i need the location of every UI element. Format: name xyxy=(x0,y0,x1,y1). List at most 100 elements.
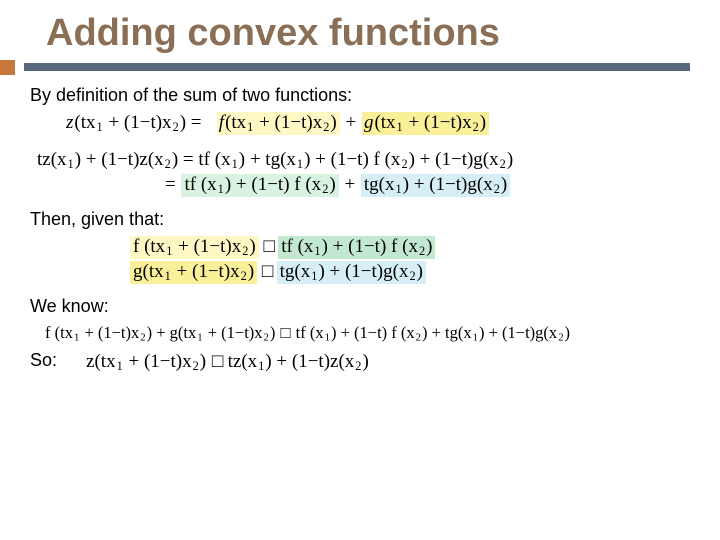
eq3b-ys2: 2 xyxy=(241,269,247,283)
eq4-e: ) xyxy=(269,323,277,342)
eq5-a: z(tx xyxy=(85,351,117,372)
equation-sum-ineq: f (tx1 + (1−t)x2) + g(tx1 + (1−t)x2) □ t… xyxy=(44,323,690,344)
eq1-gclose: ) xyxy=(479,112,487,133)
eq2a-s5: 2 xyxy=(401,157,407,171)
eq4-h: ) + tg(x xyxy=(421,323,473,342)
eq3a-gb: ) + (1−t) f (x xyxy=(321,236,419,257)
eq5-b: + (1−t)x xyxy=(123,351,193,372)
eq3b-lhs: g(tx1 + (1−t)x2) xyxy=(130,261,257,284)
eq2a-m4: ) + (1−t) f (x xyxy=(303,149,401,170)
eq3a-ya: f (tx xyxy=(132,236,166,257)
eq3a-gs1: 1 xyxy=(314,244,320,258)
eq3b-ya: g(tx xyxy=(132,261,165,282)
eq4-j: ) xyxy=(564,323,572,342)
equation-z-convex: z(tx1 + (1−t)x2) □ tz(x1) + (1−t)z(x2) xyxy=(85,351,370,374)
eq5-e: ) + (1−t)z(x xyxy=(264,351,355,372)
eq4-i: ) + (1−t)g(x xyxy=(478,323,558,342)
eq3a-rhs: tf (x1) + (1−t) f (x2) xyxy=(278,236,435,259)
eq4-a: f (tx xyxy=(44,323,74,342)
eq2a-s3: 1 xyxy=(232,157,238,171)
eq2a-m5: ) + (1−t)g(x xyxy=(408,149,500,170)
eq1-plus: + xyxy=(344,112,357,133)
intro-text-3: We know: xyxy=(30,296,690,317)
eq2a-m2: ) = tf (x xyxy=(171,149,232,170)
eq4-s2: 2 xyxy=(140,332,145,344)
eq4-g: ) + (1−t) f (x xyxy=(330,323,416,342)
intro-text-4: So: xyxy=(30,350,57,371)
slide: Adding convex functions By definition of… xyxy=(0,0,720,540)
intro-text-1: By definition of the sum of two function… xyxy=(30,85,690,106)
eq2b-eq: = xyxy=(164,174,177,195)
eq1-open: (tx xyxy=(73,112,96,133)
eq2b-b1s2: 2 xyxy=(494,182,500,196)
eq2a-end: ) xyxy=(506,149,514,170)
slide-title: Adding convex functions xyxy=(46,12,690,55)
equation-f-convex: f (tx1 + (1−t)x2) □ tf (x1) + (1−t) f (x… xyxy=(130,236,690,259)
eq4-s3: 1 xyxy=(197,332,202,344)
equation-z-def: z(tx1 + (1−t)x2) = f(tx1 + (1−t)x2) + g(… xyxy=(66,112,690,135)
eq3b-bc: ) xyxy=(416,261,424,282)
eq4-b: + (1−t)x xyxy=(79,323,140,342)
eq4-f: tf (x xyxy=(295,323,325,342)
intro-text-2: Then, given that: xyxy=(30,209,690,230)
eq1-gmid: + (1−t)x xyxy=(403,112,473,133)
eq1-fmid: + (1−t)x xyxy=(253,112,323,133)
eq2b-b1b: ) + (1−t)g(x xyxy=(402,174,494,195)
eq1-f-term: f(tx1 + (1−t)x2) xyxy=(217,112,340,135)
eq1-close: ) = xyxy=(179,112,203,133)
eq3b-yb: + (1−t)x xyxy=(171,261,241,282)
eq2b-g-group: tg(x1) + (1−t)g(x2) xyxy=(361,174,510,197)
eq2b-b1c: ) xyxy=(500,174,508,195)
equation-grouped: = tf (x1) + (1−t) f (x2) + tg(x1) + (1−t… xyxy=(164,174,690,197)
eq2b-b1a: tg(x xyxy=(363,174,396,195)
accent-bar xyxy=(24,63,690,71)
eq1-s1: 1 xyxy=(97,120,103,134)
conclusion-row: So: z(tx1 + (1−t)x2) □ tz(x1) + (1−t)z(x… xyxy=(30,348,690,377)
eq3a-gc: ) xyxy=(425,236,433,257)
eq3a-rel: □ xyxy=(263,236,273,258)
eq1-s2: 2 xyxy=(173,120,179,134)
eq5-f: ) xyxy=(361,351,369,372)
eq5-s2: 2 xyxy=(193,359,199,373)
eq2a-s1: 1 xyxy=(68,157,74,171)
eq3b-rel: □ xyxy=(262,261,272,283)
accent-square-icon xyxy=(0,60,15,75)
eq2a-s6: 2 xyxy=(500,157,506,171)
eq4-c: ) + g(tx xyxy=(146,323,198,342)
eq3b-yc: ) xyxy=(247,261,255,282)
eq2b-g1b: ) + (1−t) f (x xyxy=(224,174,322,195)
eq5-d: tz(x xyxy=(227,351,259,372)
eq1-gopen: (tx xyxy=(373,112,396,133)
eq3b-ys1: 1 xyxy=(165,269,171,283)
eq2b-g1a: tf (x xyxy=(183,174,217,195)
eq2b-plus: + xyxy=(343,174,356,195)
eq3a-lhs: f (tx1 + (1−t)x2) xyxy=(130,236,259,259)
eq3b-rhs: tg(x1) + (1−t)g(x2) xyxy=(277,261,426,284)
eq1-fclose: ) xyxy=(329,112,337,133)
eq3a-yb: + (1−t)x xyxy=(172,236,242,257)
eq1-g: g xyxy=(364,112,374,133)
eq2a-pre: tz(x xyxy=(36,149,68,170)
eq2b-b1s1: 1 xyxy=(396,182,402,196)
slide-body: By definition of the sum of two function… xyxy=(30,85,690,377)
eq4-d: + (1−t)x xyxy=(203,323,264,342)
equation-linear-comb: tz(x1) + (1−t)z(x2) = tf (x1) + tg(x1) +… xyxy=(36,149,690,172)
eq5-c: ) xyxy=(199,351,207,372)
eq4-s8: 2 xyxy=(558,332,563,344)
eq2b-g1s1: 1 xyxy=(218,182,224,196)
eq2a-m3: ) + tg(x xyxy=(238,149,297,170)
eq5-s1: 1 xyxy=(117,359,123,373)
eq1-g-term: g(tx1 + (1−t)x2) xyxy=(362,112,489,135)
eq1-mid: + (1−t)x xyxy=(103,112,173,133)
eq1-gs1: 1 xyxy=(397,120,403,134)
equation-g-convex: g(tx1 + (1−t)x2) □ tg(x1) + (1−t)g(x2) xyxy=(130,261,690,284)
eq3b-bb: ) + (1−t)g(x xyxy=(317,261,409,282)
eq1-gs2: 2 xyxy=(473,120,479,134)
eq3a-yc: ) xyxy=(248,236,256,257)
eq3a-ga: tf (x xyxy=(280,236,314,257)
eq2b-g1c: ) xyxy=(328,174,336,195)
eq3b-bs2: 2 xyxy=(409,269,415,283)
eq2b-f-group: tf (x1) + (1−t) f (x2) xyxy=(181,174,338,197)
eq2a-m1: ) + (1−t)z(x xyxy=(74,149,165,170)
eq4-rel: □ xyxy=(281,323,291,343)
